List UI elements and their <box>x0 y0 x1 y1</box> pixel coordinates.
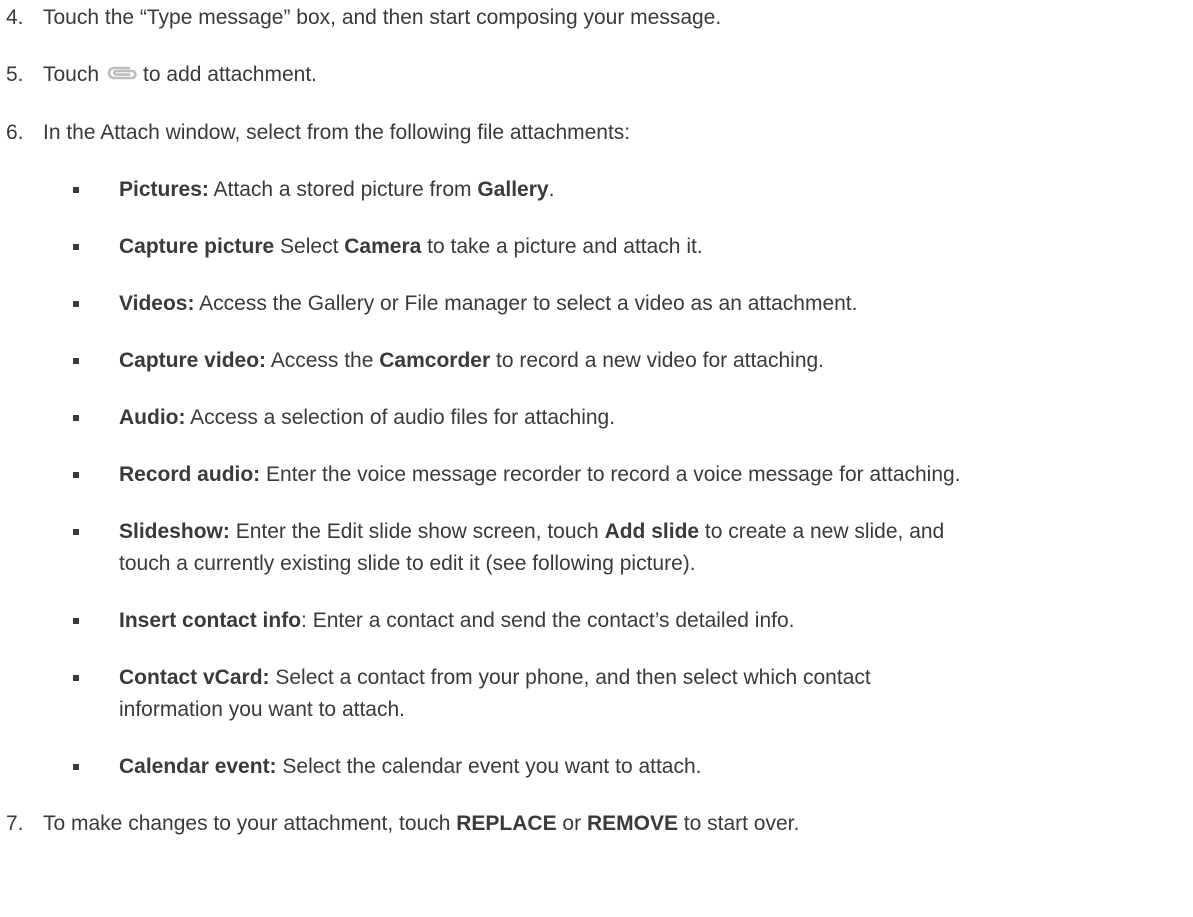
item-bold: Gallery <box>477 178 549 201</box>
item-text: : Enter a contact and send the contact’s… <box>301 609 795 632</box>
bullet-icon <box>73 764 79 770</box>
item-label: Insert contact info <box>119 609 302 632</box>
step-text: To make changes to your attachment, touc… <box>43 810 799 838</box>
step-text: In the Attach window, select from the fo… <box>43 121 631 144</box>
item-bold: Camcorder <box>379 349 491 372</box>
item-label: Pictures: <box>119 178 209 201</box>
bullet-icon <box>73 244 79 250</box>
item-label: Audio: <box>119 406 186 429</box>
bullet-icon <box>73 301 79 307</box>
item-label: Slideshow: <box>119 520 230 543</box>
list-item-text: Capture video: Access the Camcorder to r… <box>119 347 824 375</box>
step-number: 6. <box>6 121 24 144</box>
item-text: Select <box>274 235 345 258</box>
item-text-line2: touch a currently existing slide to edit… <box>119 552 696 575</box>
step-text: Touch to add attachment. <box>43 61 317 89</box>
step-number: 5. <box>6 63 24 86</box>
item-label: Capture video: <box>119 349 267 372</box>
step-text-before: To make changes to your attachment, touc… <box>43 812 457 835</box>
item-label: Record audio: <box>119 463 261 486</box>
bullet-icon <box>73 529 79 535</box>
paperclip-icon <box>107 67 137 80</box>
step-text-after: to start over. <box>677 812 800 835</box>
item-label: Contact vCard: <box>119 666 270 689</box>
bullet-icon <box>73 675 79 681</box>
list-item-text: Record audio: Enter the voice message re… <box>119 461 961 489</box>
replace-keyword: REPLACE <box>456 812 557 835</box>
step-text: Touch the “Type message” box, and then s… <box>43 6 722 29</box>
item-text: Select a contact from your phone, and th… <box>269 666 871 689</box>
step-number: 4. <box>6 6 24 29</box>
item-text-end: to record a new video for attaching. <box>490 349 825 372</box>
item-bold: Add slide <box>604 520 700 543</box>
list-item-text: Capture picture Select Camera to take a … <box>119 233 703 261</box>
item-text-end: . <box>548 178 555 201</box>
item-text: Access a selection of audio files for at… <box>185 406 616 429</box>
list-item-text: Contact vCard: Select a contact from you… <box>119 664 871 692</box>
item-text: Enter the Edit slide show screen, touch <box>229 520 605 543</box>
step-text-before: Touch <box>43 63 100 86</box>
item-bold: Camera <box>344 235 422 258</box>
bullet-icon <box>73 187 79 193</box>
item-text: Attach a stored picture from <box>208 178 478 201</box>
item-text-line2: information you want to attach. <box>119 698 405 721</box>
item-text: Access the <box>266 349 380 372</box>
item-text-end: to create a new slide, and <box>699 520 945 543</box>
step-text-after: to add attachment. <box>143 63 317 86</box>
remove-keyword: REMOVE <box>586 812 678 835</box>
item-label: Calendar event: <box>119 755 277 778</box>
list-item-text: Insert contact info: Enter a contact and… <box>119 607 794 635</box>
step-number: 7. <box>6 812 24 835</box>
list-item-text: Slideshow: Enter the Edit slide show scr… <box>119 518 944 546</box>
bullet-icon <box>73 618 79 624</box>
bullet-icon <box>73 358 79 364</box>
item-text: Enter the voice message recorder to reco… <box>260 463 961 486</box>
item-text: Select the calendar event you want to at… <box>276 755 702 778</box>
list-item-text: Audio: Access a selection of audio files… <box>119 404 615 432</box>
bullet-icon <box>73 472 79 478</box>
list-item-text: Pictures: Attach a stored picture from G… <box>119 176 554 204</box>
list-item-text: Calendar event: Select the calendar even… <box>119 753 702 781</box>
item-text-end: to take a picture and attach it. <box>421 235 703 258</box>
step-text-middle: or <box>556 812 587 835</box>
item-text: Access the Gallery or File manager to se… <box>194 292 858 315</box>
item-label: Videos: <box>119 292 195 315</box>
item-label: Capture picture <box>119 235 275 258</box>
bullet-icon <box>73 415 79 421</box>
list-item-text: Videos: Access the Gallery or File manag… <box>119 290 857 318</box>
